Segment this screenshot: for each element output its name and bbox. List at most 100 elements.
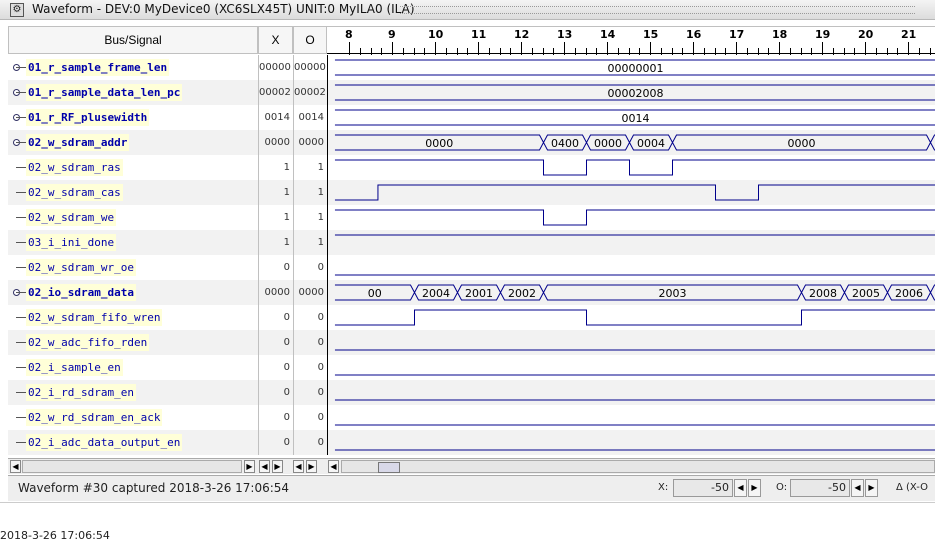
signal-row[interactable]: 02_w_sdram_ras11 (8, 155, 935, 180)
tree-connector (16, 242, 26, 243)
signal-name-cell[interactable]: 01_r_sample_data_len_pc (8, 80, 258, 105)
ruler-major-tick (822, 42, 823, 55)
waveform-trace[interactable]: 00000001 (327, 55, 935, 80)
waveform-trace[interactable]: 00000400000000040000 (327, 130, 935, 155)
o-cursor-right-button[interactable]: ▶ (865, 479, 878, 497)
waveform-trace[interactable] (327, 355, 935, 380)
waveform-trace[interactable]: 0014 (327, 105, 935, 130)
signal-row[interactable]: 02_w_sdram_addr0000000000000400000000040… (8, 130, 935, 155)
signal-name-cell[interactable]: 02_w_sdram_we (8, 205, 258, 230)
bus-value-label: 2005 (852, 287, 880, 300)
signal-name-label: 02_w_sdram_wr_oe (26, 259, 136, 276)
signal-scroll-right-button[interactable]: ▶ (244, 460, 255, 473)
signal-row[interactable]: 02_io_sdram_data000000000020042001200220… (8, 280, 935, 305)
title-bar[interactable]: ⚙ Waveform - DEV:0 MyDevice0 (XC6SLX45T)… (0, 0, 935, 20)
signal-name-label: 02_i_rd_sdram_en (26, 384, 136, 401)
x-value-cell: 0000 (258, 130, 293, 155)
ruler-minor-tick (725, 48, 726, 55)
signal-name-cell[interactable]: 01_r_sample_frame_len (8, 55, 258, 80)
signal-name-cell[interactable]: 02_w_sdram_cas (8, 180, 258, 205)
signal-row[interactable]: 01_r_sample_frame_len000000000000000001 (8, 55, 935, 80)
bus-value-label: 2008 (809, 287, 837, 300)
signal-name-cell[interactable]: 02_w_sdram_addr (8, 130, 258, 155)
signal-name-cell[interactable]: 03_i_ini_done (8, 230, 258, 255)
x-column-header[interactable]: X (258, 26, 293, 54)
x-scroll-left-button[interactable]: ◀ (259, 460, 270, 473)
bus-value-label: 0014 (621, 112, 649, 125)
signal-name-cell[interactable]: 02_io_sdram_data (8, 280, 258, 305)
waveform-svg: 00000400000000040000 (328, 130, 935, 155)
waveform-trace[interactable] (327, 330, 935, 355)
bit-trace (335, 210, 935, 225)
ruler-minor-tick (704, 48, 705, 55)
bus-value-label: 2002 (508, 287, 536, 300)
signal-name-label: 03_i_ini_done (26, 234, 116, 251)
signal-name-cell[interactable]: 02_i_sample_en (8, 355, 258, 380)
waveform-svg (328, 330, 935, 355)
ruler-minor-tick (897, 48, 898, 55)
time-ruler[interactable]: 89101112131415161718192021 (327, 26, 935, 54)
signal-scroll-track[interactable] (22, 460, 242, 473)
bus-value-label: 0000 (788, 137, 816, 150)
waveform-svg (328, 155, 935, 180)
signal-name-cell[interactable]: 02_w_adc_fifo_rden (8, 330, 258, 355)
signal-row[interactable]: 01_r_sample_data_len_pc00002000020000200… (8, 80, 935, 105)
signal-row[interactable]: 03_i_ini_done11 (8, 230, 935, 255)
waveform-trace[interactable] (327, 180, 935, 205)
waveform-trace[interactable] (327, 230, 935, 255)
waveform-trace[interactable] (327, 255, 935, 280)
x-value-cell: 1 (258, 230, 293, 255)
signal-name-cell[interactable]: 02_i_rd_sdram_en (8, 380, 258, 405)
waveform-trace[interactable] (327, 380, 935, 405)
x-cursor-left-button[interactable]: ◀ (734, 479, 747, 497)
status-bar: Waveform #30 captured 2018-3-26 17:06:54… (8, 475, 935, 501)
x-value-cell: 1 (258, 155, 293, 180)
o-scroll-right-button[interactable]: ▶ (306, 460, 317, 473)
waveform-trace[interactable] (327, 430, 935, 455)
signal-name-cell[interactable]: 02_w_rd_sdram_en_ack (8, 405, 258, 430)
signal-name-cell[interactable]: 02_w_sdram_fifo_wren (8, 305, 258, 330)
waveform-window: ⚙ Waveform - DEV:0 MyDevice0 (XC6SLX45T)… (0, 0, 935, 532)
o-cursor-left-button[interactable]: ◀ (851, 479, 864, 497)
o-cursor-field[interactable]: -50 (790, 479, 850, 497)
waveform-svg (328, 230, 935, 255)
wave-scroll-left-button[interactable]: ◀ (328, 460, 339, 473)
signal-row[interactable]: 02_w_sdram_wr_oe00 (8, 255, 935, 280)
signal-row[interactable]: 02_i_rd_sdram_en00 (8, 380, 935, 405)
waveform-svg (328, 380, 935, 405)
bit-trace (335, 310, 935, 325)
x-scroll-right-button[interactable]: ▶ (272, 460, 283, 473)
waveform-trace[interactable] (327, 405, 935, 430)
signal-row[interactable]: 02_i_adc_data_output_en00 (8, 430, 935, 455)
x-value-cell: 1 (258, 180, 293, 205)
x-cursor-right-button[interactable]: ▶ (748, 479, 761, 497)
waveform-trace[interactable] (327, 205, 935, 230)
x-cursor-field[interactable]: -50 (673, 479, 733, 497)
tree-connector (16, 292, 26, 293)
waveform-trace[interactable] (327, 305, 935, 330)
bus-signal-column-header[interactable]: Bus/Signal (8, 26, 258, 54)
signal-row[interactable]: 02_w_sdram_cas11 (8, 180, 935, 205)
signal-name-label: 01_r_RF_plusewidth (26, 109, 149, 126)
wave-scroll-track[interactable] (341, 460, 935, 473)
signal-row[interactable]: 01_r_RF_plusewidth001400140014 (8, 105, 935, 130)
signal-row[interactable]: 02_w_sdram_we11 (8, 205, 935, 230)
x-value-cell: 0 (258, 355, 293, 380)
signal-row[interactable]: 02_w_adc_fifo_rden00 (8, 330, 935, 355)
signal-name-cell[interactable]: 02_w_sdram_wr_oe (8, 255, 258, 280)
signal-row[interactable]: 02_w_rd_sdram_en_ack00 (8, 405, 935, 430)
signal-name-cell[interactable]: 02_w_sdram_ras (8, 155, 258, 180)
signal-row[interactable]: 02_w_sdram_fifo_wren00 (8, 305, 935, 330)
waveform-trace[interactable]: 00002008 (327, 80, 935, 105)
capture-status: Waveform #30 captured 2018-3-26 17:06:54 (18, 481, 289, 495)
signal-row[interactable]: 02_i_sample_en00 (8, 355, 935, 380)
signal-name-cell[interactable]: 02_i_adc_data_output_en (8, 430, 258, 455)
horizontal-scrollbars[interactable]: ◀ ▶ ◀ ▶ ◀ ▶ ◀ (8, 458, 935, 474)
waveform-trace[interactable]: 002004200120022003200820052006 (327, 280, 935, 305)
waveform-trace[interactable] (327, 155, 935, 180)
wave-scroll-thumb[interactable] (378, 462, 400, 473)
signal-name-cell[interactable]: 01_r_RF_plusewidth (8, 105, 258, 130)
o-scroll-left-button[interactable]: ◀ (293, 460, 304, 473)
o-column-header[interactable]: O (293, 26, 327, 54)
signal-scroll-left-button[interactable]: ◀ (10, 460, 21, 473)
